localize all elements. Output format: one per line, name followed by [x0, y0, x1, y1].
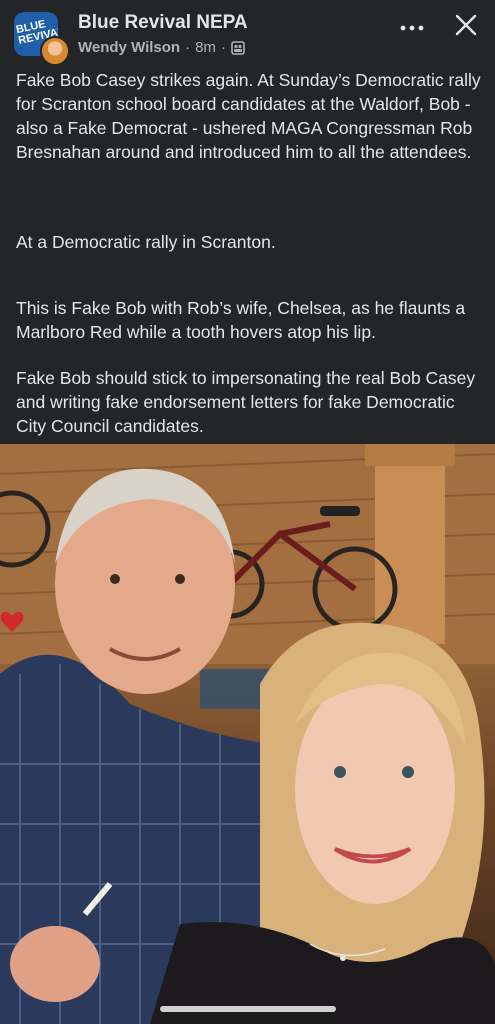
close-icon — [455, 14, 477, 41]
post-photo[interactable] — [0, 444, 495, 1024]
author-name[interactable]: Wendy Wilson — [78, 39, 180, 56]
post-paragraph: Fake Bob Casey strikes again. At Sunday’… — [16, 70, 481, 162]
avatar-group[interactable]: BLUE REVIVAL — [14, 12, 70, 66]
more-options-button[interactable] — [395, 14, 429, 40]
post-header: BLUE REVIVAL Blue Revival NEPA Wendy Wil… — [0, 0, 495, 66]
group-name[interactable]: Blue Revival NEPA — [78, 12, 248, 34]
author-avatar[interactable] — [40, 36, 70, 66]
post-body: Fake Bob Casey strikes again. At Sunday’… — [0, 66, 495, 444]
photo-illustration — [0, 444, 495, 1024]
post-paragraph: This is Fake Bob with Rob’s wife, Chelse… — [16, 298, 466, 342]
meta-separator-2: · — [220, 39, 226, 56]
close-button[interactable] — [451, 12, 481, 42]
post-meta: Wendy Wilson · 8m · — [78, 39, 245, 56]
home-indicator[interactable] — [160, 1006, 336, 1012]
post-paragraph: At a Democratic rally in Scranton. — [16, 232, 276, 252]
post-paragraph: Fake Bob should stick to impersonating t… — [16, 368, 476, 436]
post-time[interactable]: 8m — [195, 39, 216, 56]
meta-separator: · — [185, 39, 191, 56]
more-options-icon — [400, 18, 424, 36]
group-privacy-icon — [231, 40, 245, 55]
